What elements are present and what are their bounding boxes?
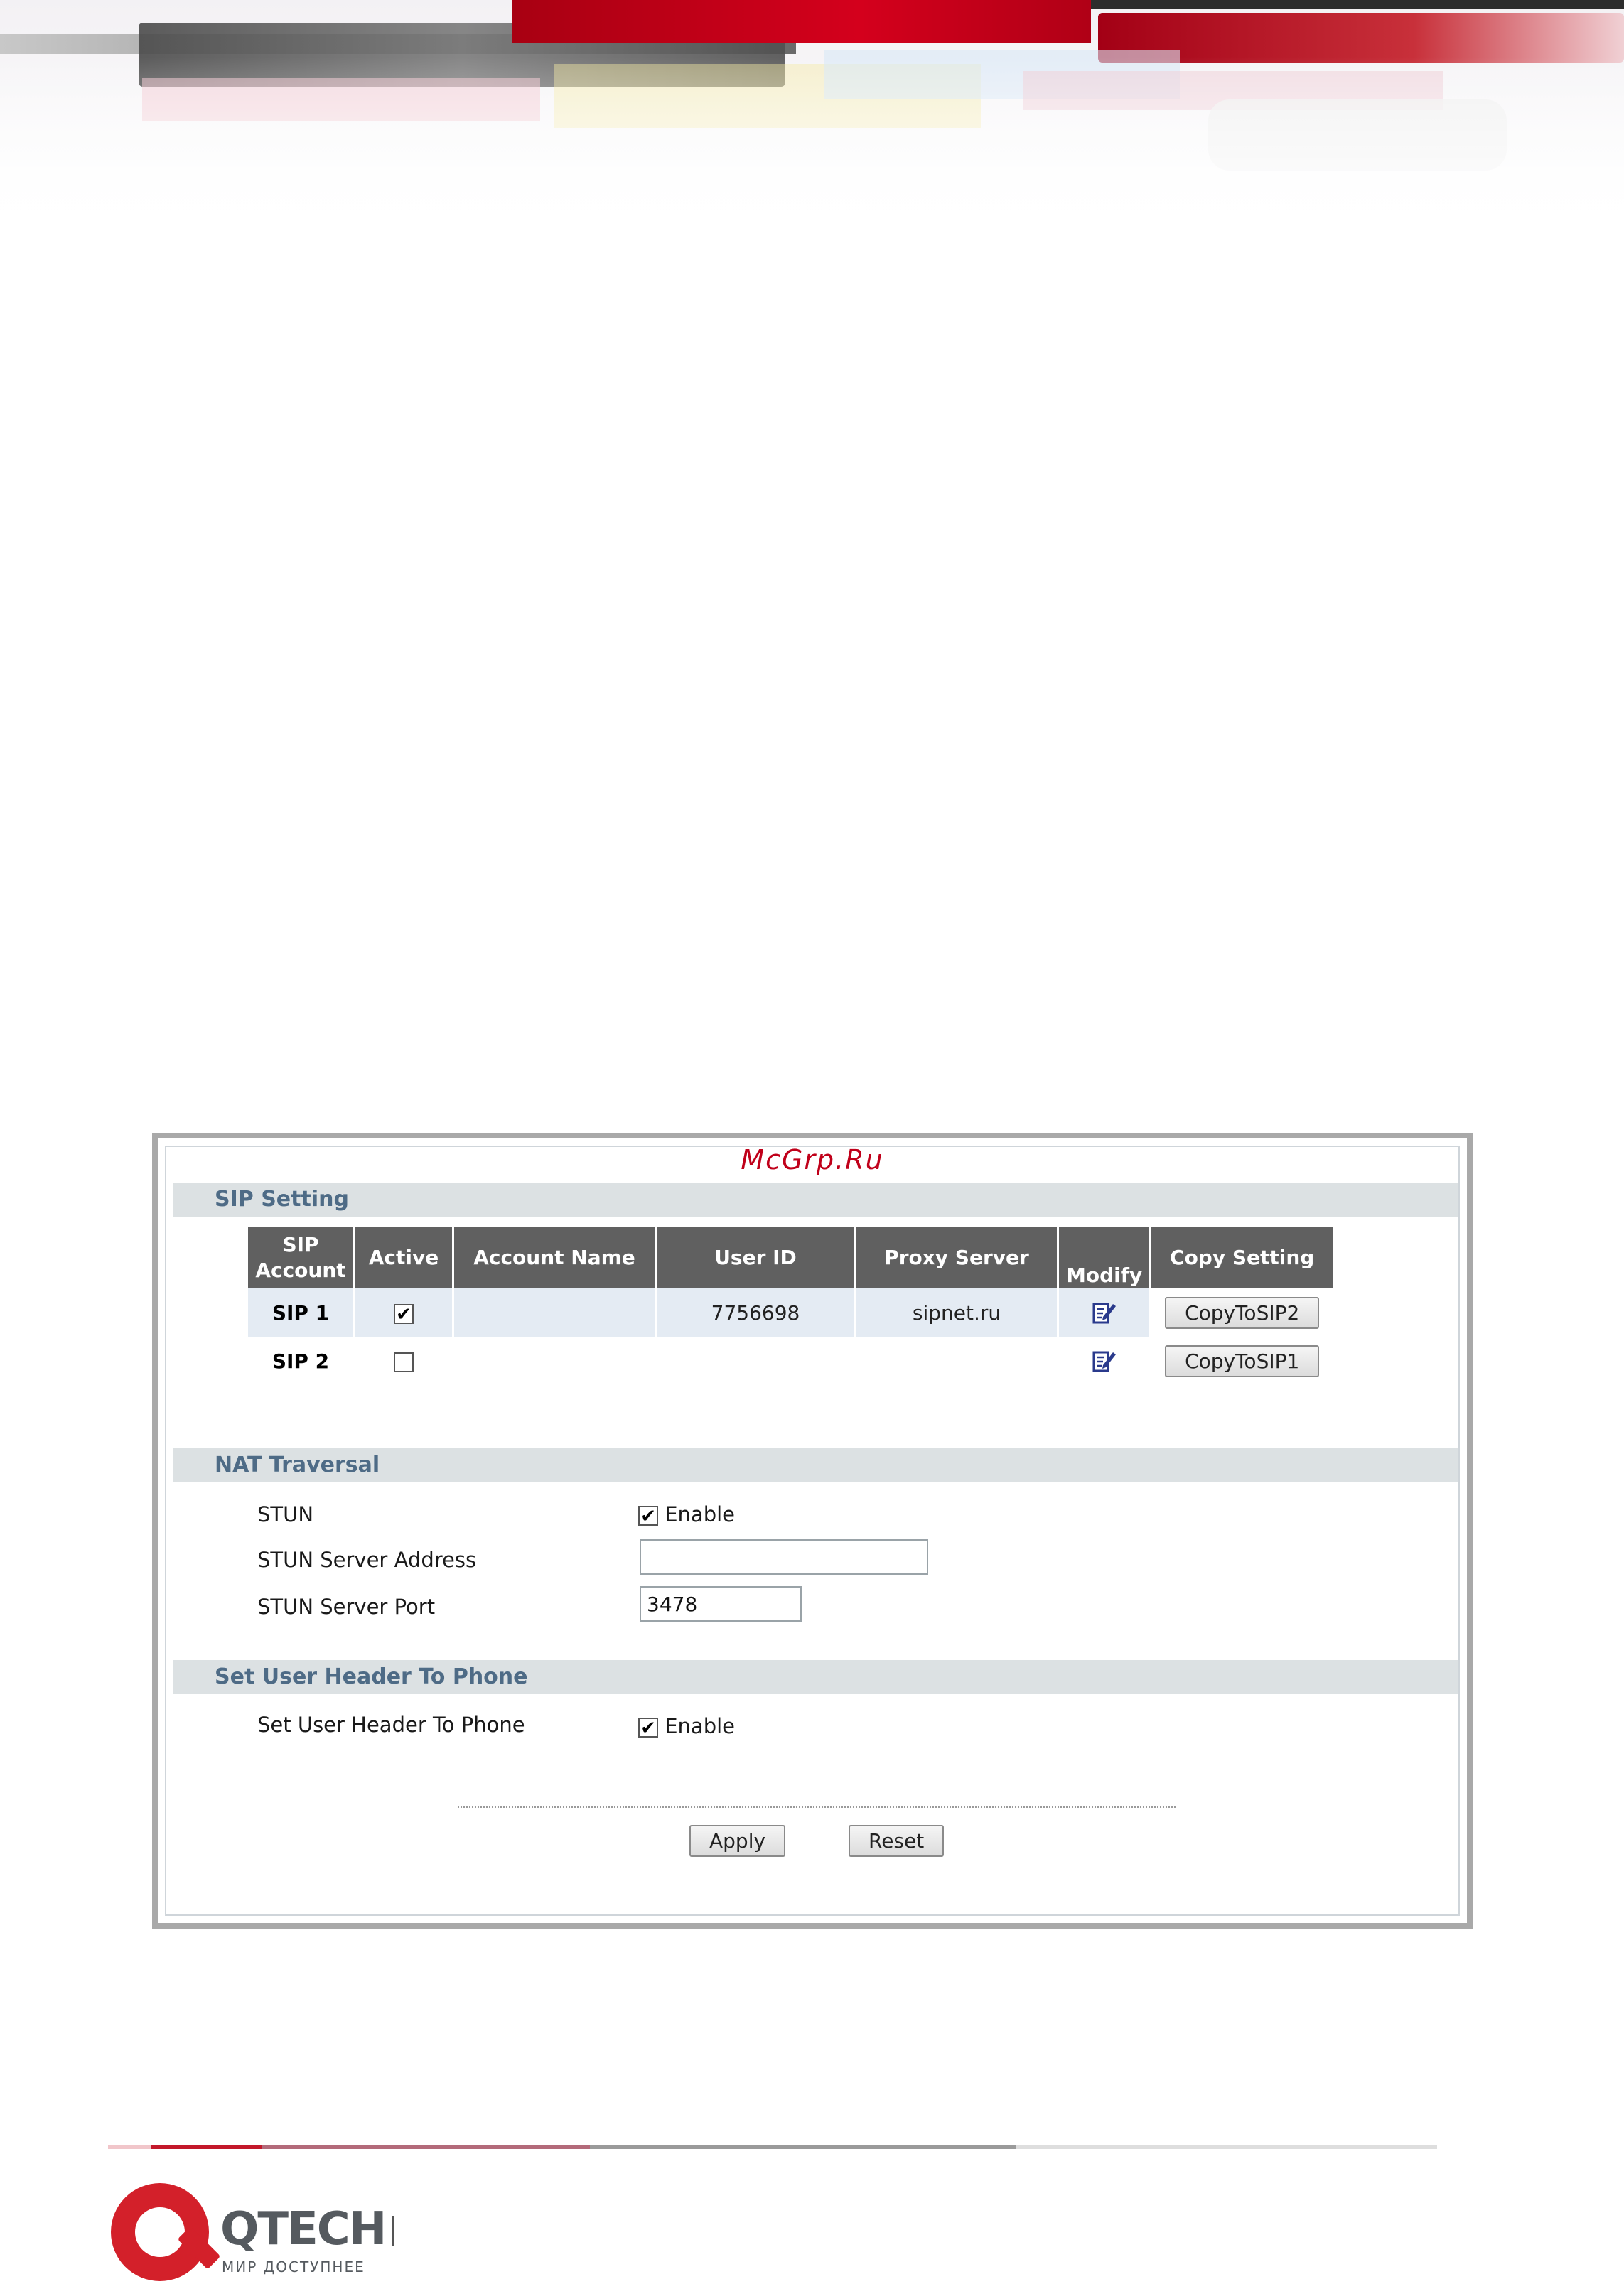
col-account-name: Account Name <box>454 1227 655 1288</box>
copy-setting-cell: CopyToSIP2 <box>1151 1288 1333 1337</box>
user-id-cell: 7756698 <box>657 1288 854 1337</box>
stun-enable-group: ✔ Enable <box>638 1502 735 1526</box>
modify-cell <box>1059 1337 1149 1385</box>
settings-panel: McGrp.Ru SIP Setting SIP Account Active … <box>165 1144 1460 1916</box>
copy-to-sip1-button[interactable]: CopyToSIP1 <box>1165 1345 1320 1377</box>
table-row: SIP 2 CopyToSIP1 <box>248 1337 1333 1385</box>
user-header-enable-group: ✔ Enable <box>638 1714 735 1738</box>
stun-label: STUN <box>257 1502 314 1526</box>
stun-server-address-label: STUN Server Address <box>257 1548 477 1572</box>
user-header-enable-label: Enable <box>665 1714 735 1738</box>
header-banner <box>0 0 1624 242</box>
proxy-server-cell: sipnet.ru <box>856 1288 1057 1337</box>
account-name-cell <box>454 1288 655 1337</box>
copy-setting-cell: CopyToSIP1 <box>1151 1337 1333 1385</box>
apply-button[interactable]: Apply <box>689 1825 786 1857</box>
footer-separator <box>392 2216 394 2246</box>
settings-screenshot: McGrp.Ru SIP Setting SIP Account Active … <box>152 1133 1473 1929</box>
sip-account-table: SIP Account Active Account Name User ID … <box>246 1227 1335 1385</box>
sip-setting-title: SIP Setting <box>173 1183 1458 1217</box>
col-sip-account: SIP Account <box>248 1227 353 1288</box>
user-header-enable-checkbox[interactable]: ✔ <box>638 1718 658 1738</box>
sip-account-cell: SIP 1 <box>248 1288 353 1337</box>
reset-button[interactable]: Reset <box>849 1825 945 1857</box>
user-header-label: Set User Header To Phone <box>257 1713 525 1737</box>
modify-cell <box>1059 1288 1150 1337</box>
account-name-cell <box>454 1337 655 1385</box>
footer-rule <box>151 2145 262 2149</box>
copy-to-sip2-button[interactable]: CopyToSIP2 <box>1165 1296 1320 1329</box>
col-user-id: User ID <box>657 1227 854 1288</box>
stun-server-port-label: STUN Server Port <box>257 1595 436 1619</box>
stun-server-port-input[interactable] <box>640 1586 802 1622</box>
edit-icon[interactable] <box>1092 1300 1117 1325</box>
stun-enable-label: Enable <box>665 1502 735 1526</box>
active-cell <box>355 1337 452 1385</box>
user-id-cell <box>657 1337 854 1385</box>
table-row: SIP 1 ✔ 7756698 sipnet.ru CopyToSIP2 <box>248 1288 1333 1337</box>
footer-rule <box>1016 2145 1437 2149</box>
active-checkbox-sip1[interactable]: ✔ <box>394 1303 414 1324</box>
footer-rule <box>590 2145 1016 2149</box>
watermark: McGrp.Ru <box>741 1144 884 1175</box>
brand-tagline: МИР ДОСТУПНЕЕ <box>222 2258 365 2275</box>
active-checkbox-sip2[interactable] <box>394 1352 414 1372</box>
stun-server-address-input[interactable] <box>640 1539 928 1575</box>
divider <box>458 1806 1176 1808</box>
brand-name: QTECH <box>220 2203 387 2256</box>
col-copy-setting: Copy Setting <box>1151 1227 1333 1288</box>
col-proxy-server: Proxy Server <box>856 1227 1057 1288</box>
col-modify: Modify <box>1059 1227 1150 1288</box>
stun-enable-checkbox[interactable]: ✔ <box>638 1506 658 1526</box>
col-active: Active <box>355 1227 452 1288</box>
active-cell: ✔ <box>355 1288 452 1337</box>
edit-icon[interactable] <box>1092 1348 1117 1374</box>
sip-account-cell: SIP 2 <box>271 1349 330 1373</box>
user-header-title: Set User Header To Phone <box>173 1660 1458 1694</box>
nat-traversal-title: NAT Traversal <box>173 1448 1458 1482</box>
footer-rule <box>108 2145 151 2149</box>
footer-rule <box>262 2145 590 2149</box>
proxy-server-cell <box>856 1337 1057 1385</box>
